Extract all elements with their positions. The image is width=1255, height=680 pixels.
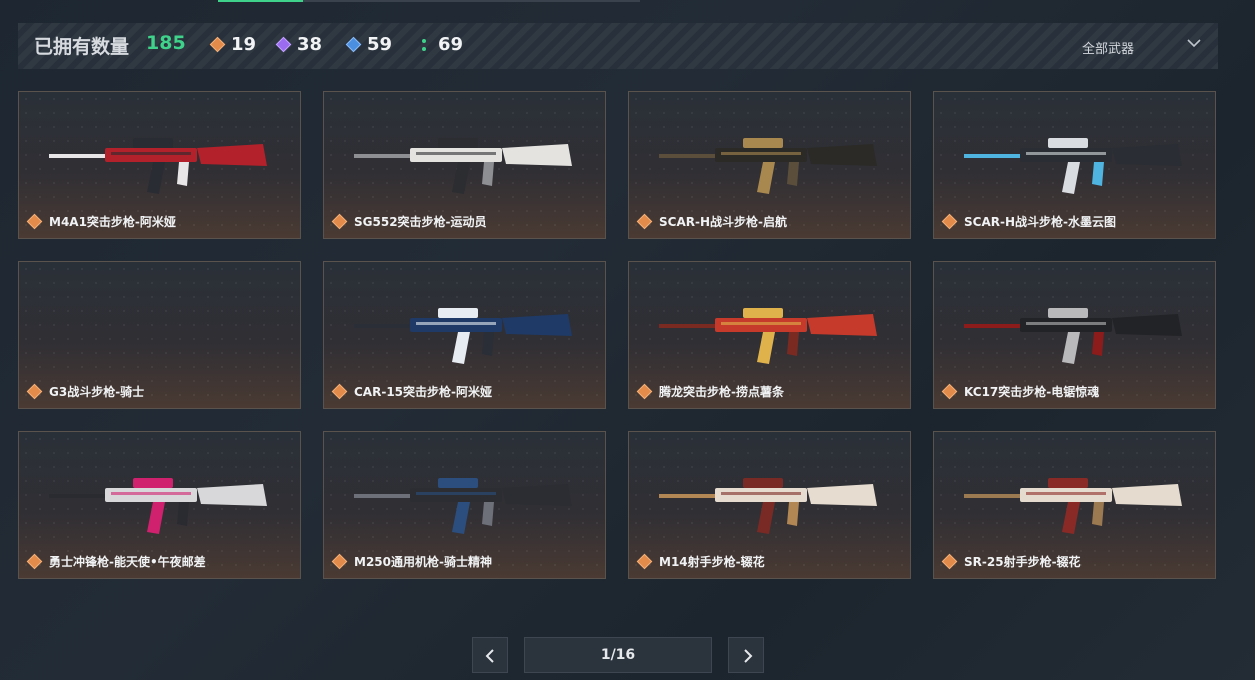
rarity-diamond-icon bbox=[331, 383, 348, 400]
weapon-filter-dropdown[interactable]: 全部武器 bbox=[1082, 38, 1134, 57]
rarity-diamond-icon bbox=[636, 213, 653, 230]
tier-blue-count: 59 bbox=[367, 34, 393, 55]
weapon-image bbox=[354, 138, 572, 194]
weapon-name: M250通用机枪-骑士精神 bbox=[354, 555, 492, 569]
tier-blue: 59 bbox=[345, 34, 393, 55]
weapon-name: M4A1突击步枪-阿米娅 bbox=[49, 215, 176, 229]
weapon-image bbox=[659, 478, 877, 534]
owned-count-value: 185 bbox=[146, 32, 186, 54]
chevron-right-icon bbox=[744, 649, 753, 663]
collection-header: 已拥有数量 185 19 38 59 69 全部武器 bbox=[18, 23, 1218, 69]
weapon-image bbox=[354, 308, 572, 364]
weapon-card[interactable]: CAR-15突击步枪-阿米娅 bbox=[323, 261, 606, 409]
tier-orange: 19 bbox=[209, 34, 257, 55]
rarity-diamond-icon bbox=[26, 553, 43, 570]
weapon-name: CAR-15突击步枪-阿米娅 bbox=[354, 385, 492, 399]
weapon-name: SG552突击步枪-运动员 bbox=[354, 215, 487, 229]
rarity-diamond-icon bbox=[636, 383, 653, 400]
rarity-diamond-icon bbox=[636, 553, 653, 570]
rarity-diamond-icon bbox=[941, 383, 958, 400]
weapon-image bbox=[964, 478, 1182, 534]
weapon-card[interactable]: 腾龙突击步枪-捞点薯条 bbox=[628, 261, 911, 409]
weapon-card[interactable]: SR-25射手步枪-辍花 bbox=[933, 431, 1216, 579]
weapon-card[interactable]: 勇士冲锋枪-能天使•午夜邮差 bbox=[18, 431, 301, 579]
rarity-diamond-icon bbox=[941, 553, 958, 570]
weapon-name: SCAR-H战斗步枪-启航 bbox=[659, 215, 787, 229]
weapon-card[interactable]: M4A1突击步枪-阿米娅 bbox=[18, 91, 301, 239]
pagination: 1/16 bbox=[0, 637, 1255, 673]
rarity-diamond-icon bbox=[26, 213, 43, 230]
weapon-card[interactable]: KC17突击步枪-电锯惊魂 bbox=[933, 261, 1216, 409]
rarity-diamond-icon bbox=[941, 213, 958, 230]
active-tab-indicator bbox=[218, 0, 303, 2]
weapon-image bbox=[964, 308, 1182, 364]
weapon-card[interactable]: SCAR-H战斗步枪-启航 bbox=[628, 91, 911, 239]
owned-count-label: 已拥有数量 bbox=[34, 36, 130, 58]
rarity-diamond-icon bbox=[26, 383, 43, 400]
weapon-card[interactable]: G3战斗步枪-骑士 bbox=[18, 261, 301, 409]
chevron-left-icon bbox=[485, 649, 494, 663]
orange-diamond-icon bbox=[209, 36, 226, 53]
weapon-card[interactable]: M250通用机枪-骑士精神 bbox=[323, 431, 606, 579]
weapon-name: 勇士冲锋枪-能天使•午夜邮差 bbox=[49, 555, 206, 569]
page-indicator: 1/16 bbox=[524, 637, 712, 673]
weapon-card[interactable]: M14射手步枪-辍花 bbox=[628, 431, 911, 579]
green-dots-icon bbox=[422, 38, 426, 51]
weapon-name: KC17突击步枪-电锯惊魂 bbox=[964, 385, 1100, 399]
tier-purple-count: 38 bbox=[297, 34, 323, 55]
weapon-name: SCAR-H战斗步枪-水墨云图 bbox=[964, 215, 1116, 229]
weapon-name: 腾龙突击步枪-捞点薯条 bbox=[659, 385, 784, 399]
purple-diamond-icon bbox=[275, 36, 292, 53]
tier-green: 69 bbox=[420, 34, 463, 55]
weapon-image bbox=[964, 138, 1182, 194]
weapon-card[interactable]: SG552突击步枪-运动员 bbox=[323, 91, 606, 239]
rarity-diamond-icon bbox=[331, 213, 348, 230]
weapon-image bbox=[659, 308, 877, 364]
prev-page-button[interactable] bbox=[472, 637, 508, 673]
weapon-card[interactable]: SCAR-H战斗步枪-水墨云图 bbox=[933, 91, 1216, 239]
weapon-image bbox=[49, 478, 267, 534]
weapon-image bbox=[49, 138, 267, 194]
tier-orange-count: 19 bbox=[231, 34, 257, 55]
weapon-image bbox=[354, 478, 572, 534]
weapon-name: M14射手步枪-辍花 bbox=[659, 555, 765, 569]
tier-purple: 38 bbox=[275, 34, 323, 55]
chevron-down-icon[interactable] bbox=[1186, 35, 1202, 51]
weapon-name: SR-25射手步枪-辍花 bbox=[964, 555, 1081, 569]
next-page-button[interactable] bbox=[728, 637, 764, 673]
top-tab-indicator bbox=[218, 0, 640, 2]
blue-diamond-icon bbox=[345, 36, 362, 53]
weapon-image bbox=[41, 284, 281, 374]
rarity-diamond-icon bbox=[331, 553, 348, 570]
weapon-image bbox=[659, 138, 877, 194]
weapon-name: G3战斗步枪-骑士 bbox=[49, 385, 145, 399]
tier-green-count: 69 bbox=[438, 34, 464, 55]
